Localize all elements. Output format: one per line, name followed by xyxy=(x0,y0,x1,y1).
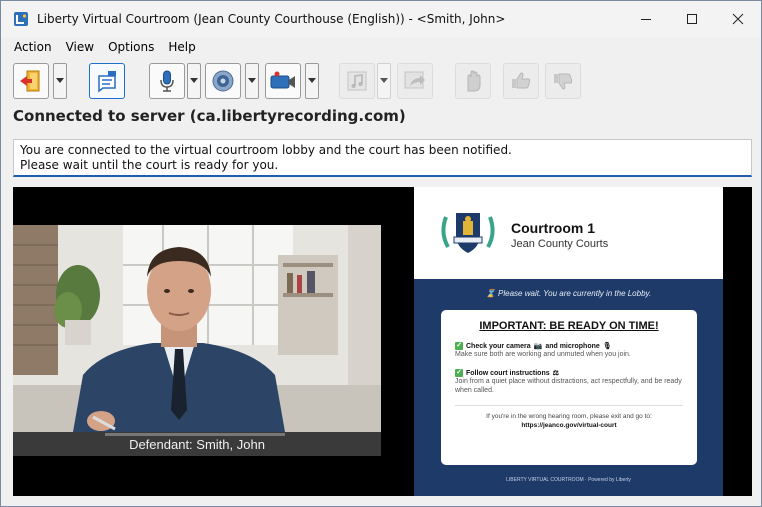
hourglass-icon: ⌛ xyxy=(485,289,496,298)
instructions-label: Follow court instructions xyxy=(466,369,550,377)
speaker-options-dropdown[interactable] xyxy=(245,63,259,99)
gavel-icon: ⚖ xyxy=(552,370,559,377)
instructions-heading: ✓ Follow court instructions ⚖ xyxy=(455,369,683,377)
audio-file-options-dropdown[interactable] xyxy=(377,63,391,99)
notes-button[interactable] xyxy=(89,63,125,99)
minimize-button[interactable] xyxy=(623,1,669,37)
camera-icon xyxy=(270,71,295,89)
camera-check-body: Make sure both are working and unmuted w… xyxy=(455,351,631,358)
lobby-message-line-2: Please wait until the court is ready for… xyxy=(20,158,279,172)
maximize-button[interactable] xyxy=(669,1,715,37)
wrong-room-notice: If you're in the wrong hearing room, ple… xyxy=(455,412,683,430)
lobby-notice-text: Please wait. You are currently in the Lo… xyxy=(498,289,652,298)
wrong-room-text: If you're in the wrong hearing room, ple… xyxy=(486,413,652,420)
menu-action[interactable]: Action xyxy=(7,40,59,54)
mic-check-label: and microphone xyxy=(545,342,600,350)
chevron-down-icon xyxy=(308,78,316,83)
virtual-court-link[interactable]: https://jeanco.gov/virtual-court xyxy=(521,422,616,429)
menu-help[interactable]: Help xyxy=(161,40,202,54)
microphone-icon xyxy=(160,70,174,92)
chevron-down-icon xyxy=(190,78,198,83)
raise-hand-icon xyxy=(467,70,481,92)
camera-feed xyxy=(13,225,381,432)
court-name: Courtroom 1 xyxy=(511,220,595,236)
forward-icon xyxy=(404,71,425,89)
instructions-card: IMPORTANT: BE READY ON TIME! ✓ Check you… xyxy=(441,310,697,465)
speaker-button[interactable] xyxy=(205,63,241,99)
close-button[interactable] xyxy=(715,1,761,37)
lobby-info-panel: Courtroom 1 Jean County Courts ⌛ Please … xyxy=(414,187,723,496)
lobby-notice: ⌛ Please wait. You are currently in the … xyxy=(414,289,723,298)
court-subtitle: Jean County Courts xyxy=(511,238,609,250)
caption-divider xyxy=(105,433,285,436)
photo-camera-icon: 📷 xyxy=(533,343,543,350)
window-controls xyxy=(623,1,761,37)
minimize-icon xyxy=(641,19,651,20)
note-icon xyxy=(98,71,116,93)
connection-status: Connected to server (ca.libertyrecording… xyxy=(13,107,406,125)
music-note-icon xyxy=(347,71,367,91)
instructions-body: Join from a quiet place without distract… xyxy=(455,378,682,394)
menu-options[interactable]: Options xyxy=(101,40,161,54)
toolbar xyxy=(1,59,761,103)
lobby-message-box: You are connected to the virtual courtro… xyxy=(13,139,752,177)
leave-button[interactable] xyxy=(13,63,49,99)
chevron-down-icon xyxy=(56,78,64,83)
thumbs-down-icon xyxy=(554,73,573,90)
small-microphone-icon: 🎙 xyxy=(602,343,612,350)
checkbox-icon: ✓ xyxy=(455,342,463,350)
app-logo-icon xyxy=(14,12,28,26)
microphone-button[interactable] xyxy=(149,63,185,99)
camera-check-heading: ✓ Check your camera 📷 and microphone 🎙 xyxy=(455,342,683,350)
maximize-icon xyxy=(687,14,697,24)
chevron-down-icon xyxy=(248,78,256,83)
camera-options-dropdown[interactable] xyxy=(305,63,319,99)
speaker-icon xyxy=(212,70,234,92)
camera-feed-image xyxy=(13,225,381,432)
window-title: Liberty Virtual Courtroom (Jean County C… xyxy=(37,12,506,26)
video-area: Defendant: Smith, John Courtroom 1 Jean … xyxy=(13,187,752,496)
thumbs-up-button[interactable] xyxy=(503,63,539,99)
lobby-message-line-1: You are connected to the virtual courtro… xyxy=(20,143,512,157)
close-icon xyxy=(732,13,744,25)
panel-header: Courtroom 1 Jean County Courts xyxy=(414,187,723,279)
card-title: IMPORTANT: BE READY ON TIME! xyxy=(479,320,659,332)
camera-check-label: Check your camera xyxy=(466,342,531,350)
card-divider xyxy=(455,405,683,406)
forward-button[interactable] xyxy=(397,63,433,99)
court-crest-icon xyxy=(441,213,495,253)
app-window: Liberty Virtual Courtroom (Jean County C… xyxy=(0,0,762,507)
chevron-down-icon xyxy=(380,78,388,83)
camera-button[interactable] xyxy=(265,63,301,99)
panel-footer: LIBERTY VIRTUAL COURTROOM · Powered by L… xyxy=(506,477,631,483)
raise-hand-button[interactable] xyxy=(455,63,491,99)
leave-options-dropdown[interactable] xyxy=(53,63,67,99)
audio-file-button[interactable] xyxy=(339,63,375,99)
title-bar[interactable]: Liberty Virtual Courtroom (Jean County C… xyxy=(1,1,761,37)
menu-view[interactable]: View xyxy=(59,40,101,54)
menu-bar: Action View Options Help xyxy=(1,37,761,57)
thumbs-up-icon xyxy=(512,72,531,89)
microphone-options-dropdown[interactable] xyxy=(187,63,201,99)
thumbs-down-button[interactable] xyxy=(545,63,581,99)
checkbox-icon: ✓ xyxy=(455,369,463,377)
exit-door-icon xyxy=(20,70,40,92)
